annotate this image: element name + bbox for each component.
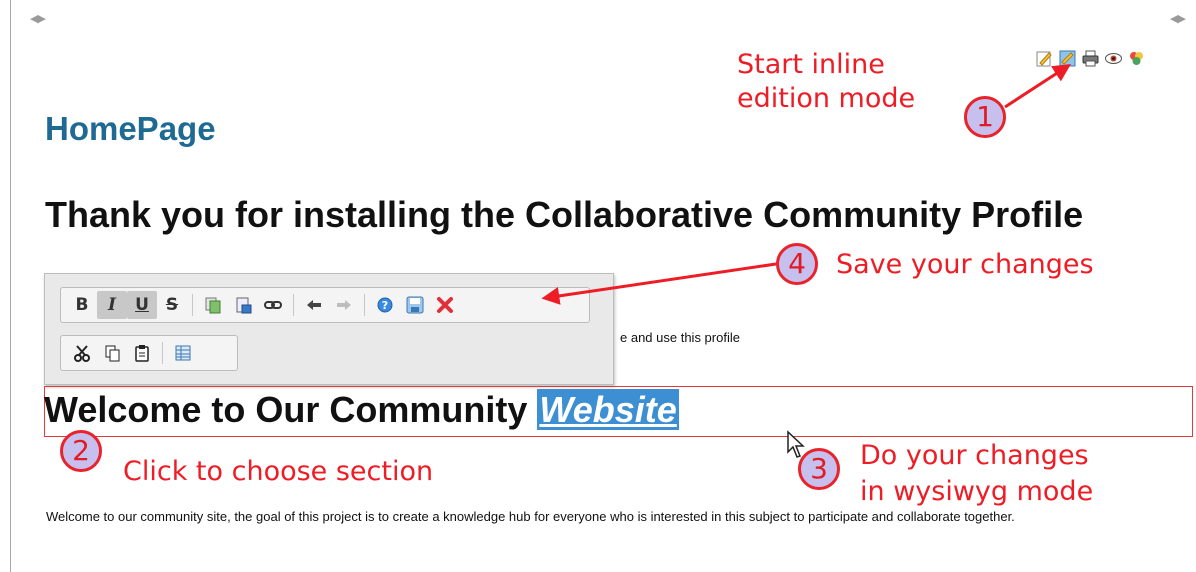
underline-button[interactable]: U bbox=[127, 291, 157, 319]
table-icon bbox=[175, 345, 191, 361]
print-icon[interactable] bbox=[1082, 50, 1099, 67]
copy-button[interactable] bbox=[97, 339, 127, 367]
section-heading[interactable]: Welcome to Our Community Website bbox=[44, 388, 679, 432]
svg-text:?: ? bbox=[382, 299, 388, 312]
page-title: HomePage bbox=[45, 110, 216, 147]
toolbar-separator bbox=[293, 294, 294, 316]
toolbar-row-clipboard bbox=[60, 335, 238, 371]
paste-format-button[interactable] bbox=[228, 291, 258, 319]
main-heading: Thank you for installing the Collaborati… bbox=[45, 194, 1084, 235]
watch-icon[interactable] bbox=[1105, 50, 1122, 67]
italic-button[interactable]: I bbox=[97, 291, 127, 319]
annotation-step4-text: Save your changes bbox=[836, 249, 1094, 280]
toolbar-separator bbox=[162, 342, 163, 364]
cut-button[interactable] bbox=[67, 339, 97, 367]
close-icon bbox=[437, 297, 453, 313]
toolbar-separator bbox=[192, 294, 193, 316]
undo-button[interactable] bbox=[299, 291, 329, 319]
annotation-step2-text: Click to choose section bbox=[123, 456, 434, 487]
colors-icon[interactable] bbox=[1128, 50, 1145, 67]
cut-icon bbox=[74, 345, 90, 362]
annotation-step3-text: Do your changes in wysiwyg mode bbox=[860, 440, 1094, 507]
help-button[interactable]: ? bbox=[370, 291, 400, 319]
selected-word[interactable]: Website bbox=[537, 389, 679, 430]
copy-icon bbox=[105, 345, 120, 362]
toolbar-row-main: B I U S ? bbox=[60, 287, 590, 323]
wysiwyg-toolbar: B I U S ? bbox=[44, 273, 614, 385]
cancel-button[interactable] bbox=[430, 291, 460, 319]
bold-button[interactable]: B bbox=[67, 291, 97, 319]
annotation-step2-badge: 2 bbox=[60, 430, 102, 472]
help-icon: ? bbox=[377, 297, 393, 313]
paste-button[interactable] bbox=[127, 339, 157, 367]
collapse-left-icon[interactable]: ◀▶ bbox=[30, 12, 46, 25]
table-button[interactable] bbox=[168, 339, 198, 367]
paste-icon bbox=[236, 297, 252, 314]
section-heading-text: Welcome to Our Community bbox=[44, 389, 528, 430]
copy-icon bbox=[205, 297, 221, 314]
link-icon bbox=[264, 301, 282, 309]
undo-icon bbox=[307, 300, 321, 310]
link-button[interactable] bbox=[258, 291, 288, 319]
section-body-text: Welcome to our community site, the goal … bbox=[46, 509, 1015, 524]
strikethrough-button[interactable]: S bbox=[157, 291, 187, 319]
annotation-step3-badge: 3 bbox=[798, 448, 840, 490]
paste-icon bbox=[135, 345, 149, 362]
edit-icon[interactable] bbox=[1036, 50, 1053, 67]
partial-body-text: e and use this profile bbox=[620, 330, 740, 345]
redo-button[interactable] bbox=[329, 291, 359, 319]
copy-format-button[interactable] bbox=[198, 291, 228, 319]
collapse-right-icon[interactable]: ◀▶ bbox=[1170, 12, 1186, 25]
annotation-step4-badge: 4 bbox=[776, 243, 818, 285]
redo-icon bbox=[337, 300, 351, 310]
save-button[interactable] bbox=[400, 291, 430, 319]
inline-edit-icon[interactable] bbox=[1059, 50, 1076, 67]
page-actions bbox=[1036, 50, 1145, 67]
annotation-step1-text: Start inline edition mode bbox=[737, 49, 916, 114]
toolbar-separator bbox=[364, 294, 365, 316]
save-icon bbox=[406, 296, 424, 314]
annotation-step1-badge: 1 bbox=[964, 96, 1006, 138]
